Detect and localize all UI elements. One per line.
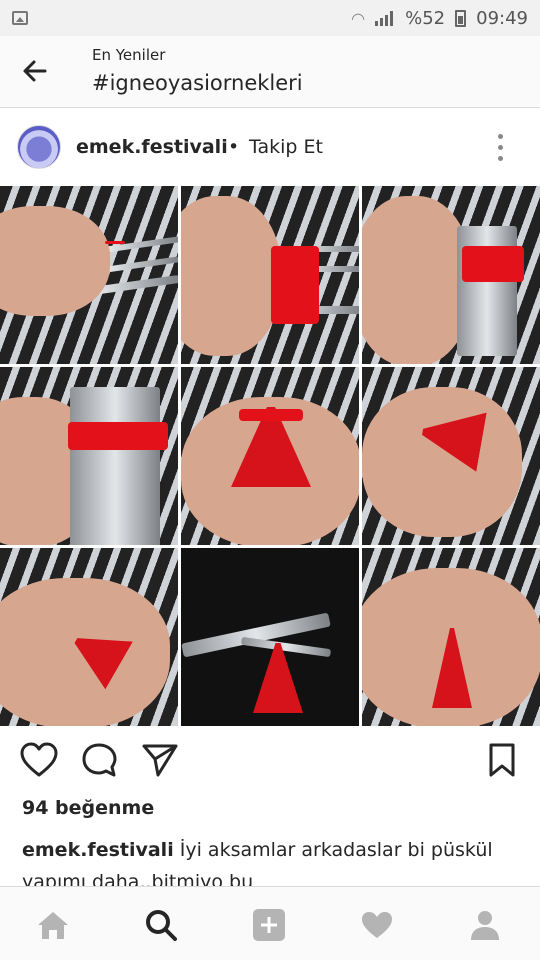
tutorial-photo <box>181 548 359 726</box>
add-post-icon[interactable] <box>252 909 286 941</box>
wifi-icon: ◠ <box>351 8 366 28</box>
send-paper-plane-icon[interactable] <box>141 742 179 778</box>
caption-clip: emek.festivali İyi aksamlar arkadaslar b… <box>0 834 540 886</box>
status-indicators: ◠ %52 09:49 <box>351 8 528 29</box>
activity-heart-icon[interactable] <box>360 909 394 941</box>
separator-dot: • <box>228 136 240 158</box>
bottom-navigation <box>0 886 540 960</box>
like-count[interactable]: 94 beğenme <box>22 797 154 819</box>
home-icon[interactable] <box>36 909 70 941</box>
signal-icon <box>375 10 395 26</box>
heart-outline-icon[interactable] <box>20 742 58 778</box>
page-title: #igneoyasiornekleri <box>92 71 303 95</box>
tutorial-photo <box>0 367 178 545</box>
post-actions <box>0 726 540 796</box>
post-image[interactable] <box>0 186 540 726</box>
comment-bubble-icon[interactable] <box>81 742 117 778</box>
search-icon[interactable] <box>144 909 178 941</box>
battery-icon <box>455 9 467 27</box>
follow-button[interactable]: Takip Et <box>249 136 323 158</box>
header-subtitle: En Yeniler <box>92 46 166 64</box>
tutorial-photo <box>362 186 540 364</box>
more-vertical-icon[interactable] <box>498 134 508 162</box>
post-username[interactable]: emek.festivali <box>76 136 228 158</box>
gallery-notification-icon <box>12 11 28 25</box>
caption-username[interactable]: emek.festivali <box>22 839 174 861</box>
bookmark-icon[interactable] <box>488 742 516 778</box>
clock: 09:49 <box>476 7 528 29</box>
back-arrow-icon[interactable] <box>20 56 50 86</box>
avatar[interactable] <box>17 125 61 169</box>
caption: emek.festivali İyi aksamlar arkadaslar b… <box>22 834 522 886</box>
hashtag-header: En Yeniler #igneoyasiornekleri <box>0 36 540 108</box>
post-header: emek.festivali • Takip Et <box>0 108 540 186</box>
tutorial-photo <box>181 367 359 545</box>
profile-icon[interactable] <box>468 909 502 941</box>
tutorial-photo <box>0 186 178 364</box>
tutorial-photo <box>0 548 178 726</box>
battery-percent: %52 <box>405 7 446 29</box>
tutorial-photo <box>362 548 540 726</box>
status-bar: ◠ %52 09:49 <box>0 0 540 36</box>
tutorial-photo <box>362 367 540 545</box>
tutorial-photo <box>181 186 359 364</box>
